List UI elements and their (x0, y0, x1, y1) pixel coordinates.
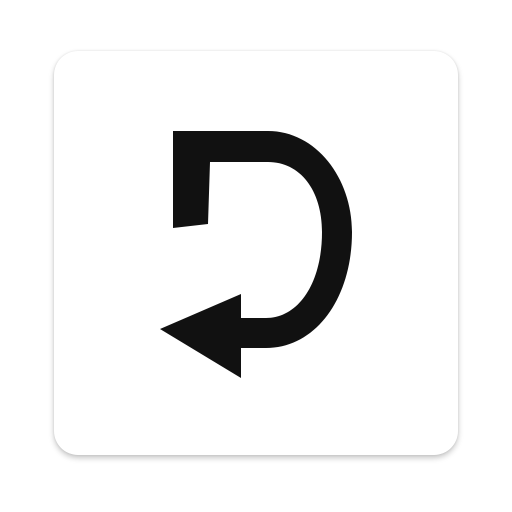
logo-arrowhead (160, 294, 241, 378)
d-return-arrow-logo-icon (160, 131, 352, 378)
launcher-canvas (0, 0, 512, 512)
